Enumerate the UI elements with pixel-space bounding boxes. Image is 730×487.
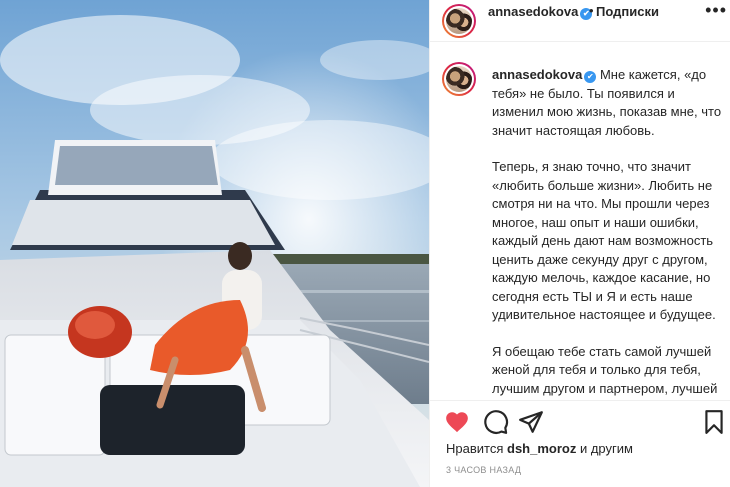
- post-sidebar: annasedokova ✔ • Подписки ••• annasedokov…: [429, 0, 730, 487]
- more-options-icon[interactable]: •••: [705, 0, 727, 21]
- caption-username[interactable]: annasedokova: [492, 67, 582, 82]
- comment-icon[interactable]: [483, 409, 509, 435]
- caption-area: annasedokova ✔ Мне кажется, «до тебя» не …: [430, 42, 730, 400]
- yacht-couple-photo: [0, 0, 429, 487]
- caption-paragraph-1: annasedokova ✔ Мне кажется, «до тебя» не …: [492, 67, 722, 138]
- post-actions: Нравится dsh_moroz и другим 3 часов наза…: [430, 400, 730, 487]
- post-photo[interactable]: [0, 0, 429, 487]
- likes-summary: Нравится dsh_moroz и другим: [446, 441, 633, 456]
- verified-badge-icon: ✔: [584, 71, 597, 83]
- following-button[interactable]: Подписки: [596, 4, 659, 19]
- separator-dot: •: [589, 3, 594, 18]
- heart-icon[interactable]: [444, 409, 470, 435]
- post-header: annasedokova ✔ • Подписки •••: [430, 0, 730, 42]
- caption-paragraph-3: Я обещаю тебе стать самой лучшей женой д…: [492, 343, 718, 401]
- bookmark-icon[interactable]: [701, 409, 727, 435]
- post-timestamp[interactable]: 3 часов назад: [446, 465, 521, 475]
- avatar-image: [446, 66, 472, 92]
- caption-text: annasedokova ✔ Мне кажется, «до тебя» не …: [492, 66, 722, 400]
- caption-paragraph-2: Теперь, я знаю точно, что значит «любить…: [492, 159, 716, 322]
- share-icon[interactable]: [518, 409, 544, 435]
- caption-avatar[interactable]: [442, 62, 476, 96]
- avatar-image: [446, 8, 472, 34]
- header-username[interactable]: annasedokova ✔: [488, 4, 593, 20]
- liker-username[interactable]: dsh_moroz: [507, 441, 576, 456]
- avatar[interactable]: [442, 4, 476, 38]
